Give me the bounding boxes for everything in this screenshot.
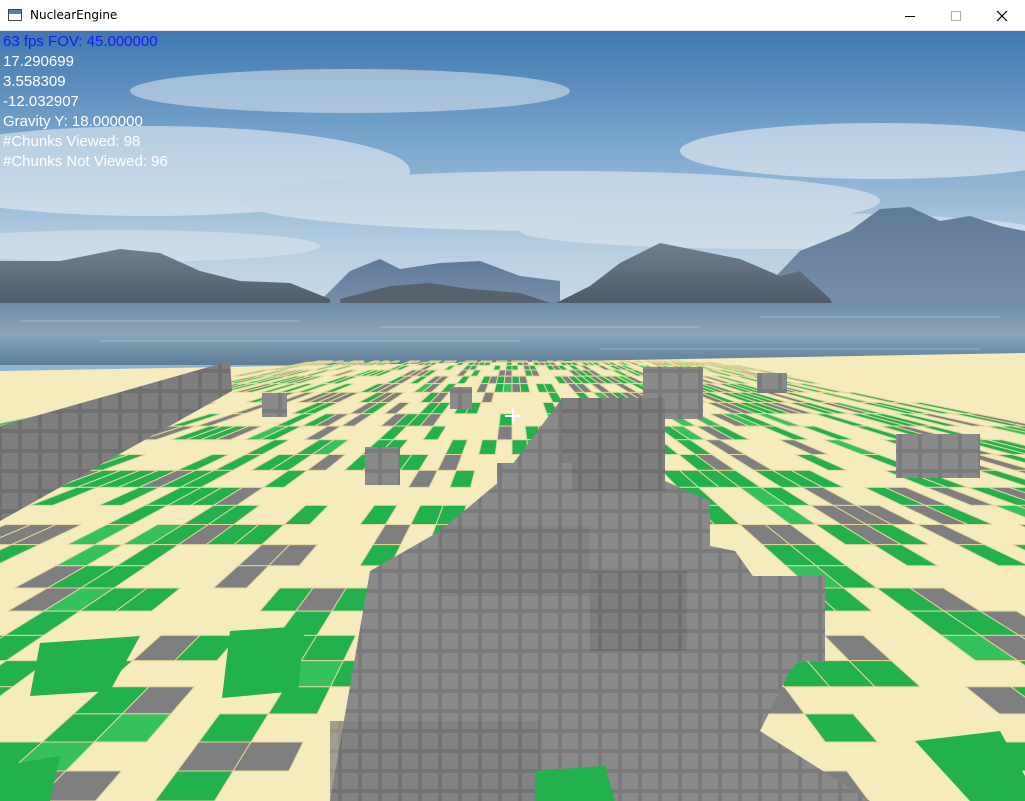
terrain-tile bbox=[482, 361, 492, 366]
position-y-readout: 3.558309 bbox=[3, 73, 66, 90]
terrain-tile bbox=[519, 383, 531, 393]
terrain-tile bbox=[447, 360, 458, 363]
terrain-tile bbox=[492, 364, 502, 371]
terrain-tile bbox=[497, 369, 507, 377]
game-viewport[interactable]: 63 fps FOV: 45.000000 17.290699 3.558309… bbox=[0, 31, 1025, 801]
window-controls bbox=[887, 0, 1025, 31]
position-x-readout: 17.290699 bbox=[3, 53, 74, 70]
terrain-tile bbox=[500, 360, 508, 363]
terrain-tile bbox=[504, 369, 513, 377]
crosshair-icon bbox=[505, 408, 521, 424]
position-z-readout: -12.032907 bbox=[3, 93, 79, 110]
minimize-button[interactable] bbox=[887, 0, 933, 31]
debug-hud: 63 fps FOV: 45.000000 17.290699 3.558309… bbox=[3, 32, 168, 172]
game-window: NuclearEngine 63 fps FOV: 45.000000 17.2… bbox=[0, 0, 1025, 801]
gravity-readout: Gravity Y: 18.000000 bbox=[3, 113, 143, 130]
terrain-tile bbox=[493, 383, 505, 393]
app-window-icon bbox=[8, 9, 22, 21]
terrain-tile bbox=[495, 375, 506, 385]
terrain-tile bbox=[495, 360, 503, 363]
maximize-button[interactable] bbox=[933, 0, 979, 31]
terrain-tile bbox=[496, 425, 513, 441]
title-bar[interactable]: NuclearEngine bbox=[0, 0, 1025, 31]
terrain-tile bbox=[478, 439, 498, 456]
terrain-tile bbox=[505, 364, 513, 371]
chunks-not-viewed-readout: #Chunks Not Viewed: 96 bbox=[3, 153, 168, 170]
terrain-tile bbox=[511, 360, 518, 363]
close-button[interactable] bbox=[979, 0, 1025, 31]
terrain-tile bbox=[511, 364, 519, 371]
window-title: NuclearEngine bbox=[30, 8, 118, 22]
terrain-tile bbox=[502, 383, 513, 393]
terrain-tile bbox=[518, 375, 529, 385]
minimize-icon bbox=[905, 15, 915, 17]
fps-fov-readout: 63 fps FOV: 45.000000 bbox=[3, 33, 158, 50]
chunks-viewed-readout: #Chunks Viewed: 98 bbox=[3, 133, 141, 150]
maximize-icon bbox=[951, 10, 961, 21]
close-icon bbox=[996, 10, 1008, 21]
terrain-tile bbox=[503, 375, 513, 385]
